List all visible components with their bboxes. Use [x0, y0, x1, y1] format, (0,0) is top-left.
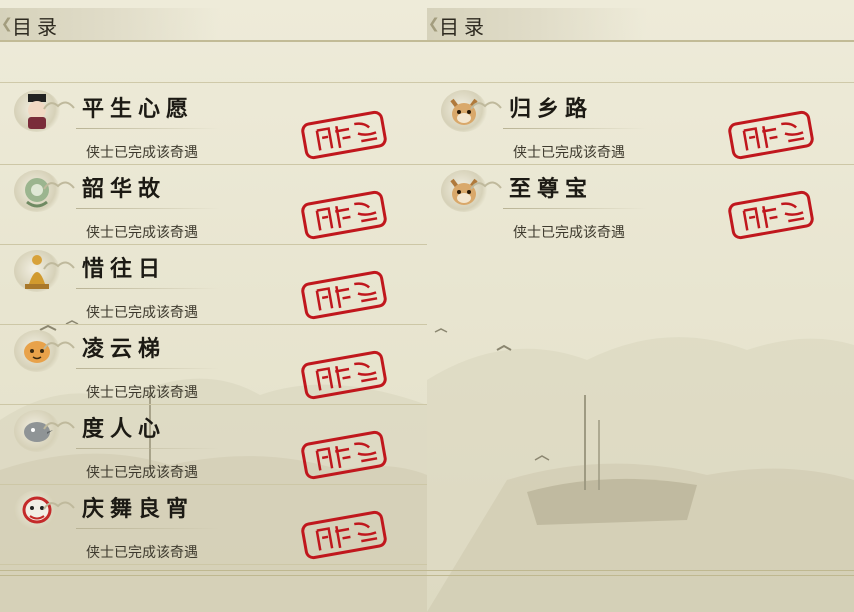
completed-stamp-icon: [728, 190, 814, 240]
adventure-status: 侠士已完成该奇遇: [86, 545, 198, 561]
panel-title: 目录: [12, 15, 62, 39]
adventure-title: 归乡路: [509, 96, 594, 122]
adventure-entry[interactable]: 庆舞良宵 侠士已完成该奇遇: [0, 486, 427, 565]
completed-stamp-icon: [301, 190, 387, 240]
completed-stamp-icon: [301, 430, 387, 480]
divider: [76, 128, 220, 129]
completed-stamp-icon: [301, 270, 387, 320]
adventure-title: 平生心愿: [82, 96, 195, 122]
divider: [76, 208, 220, 209]
adventure-title: 凌云梯: [82, 336, 167, 362]
completed-stamp-icon: [301, 110, 387, 160]
adventure-status: 侠士已完成该奇遇: [86, 225, 198, 241]
panel-header: ❮ 目录: [427, 8, 854, 42]
cloud-ornament-icon: [43, 181, 75, 190]
divider: [76, 288, 220, 289]
adventure-title: 韶华故: [82, 176, 167, 202]
divider: [76, 368, 220, 369]
divider: [503, 208, 647, 209]
divider: [427, 82, 854, 83]
adventure-status: 侠士已完成该奇遇: [86, 305, 198, 321]
panel-title: 目录: [439, 15, 489, 39]
catalog-panel-right: ❮ 目录 归乡路 侠士已完成该奇遇 至尊宝 侠士已完成该奇遇: [427, 0, 854, 612]
cloud-ornament-icon: [470, 101, 502, 110]
divider: [0, 570, 427, 576]
adventure-entry[interactable]: 韶华故 侠士已完成该奇遇: [0, 166, 427, 245]
cloud-ornament-icon: [43, 101, 75, 110]
adventure-status: 侠士已完成该奇遇: [86, 385, 198, 401]
adventure-title: 惜往日: [82, 256, 167, 282]
adventure-entry[interactable]: 惜往日 侠士已完成该奇遇: [0, 246, 427, 325]
divider: [427, 570, 854, 576]
completed-stamp-icon: [728, 110, 814, 160]
divider: [503, 128, 647, 129]
header-bookmark-icon: ❮: [1, 16, 13, 32]
completed-stamp-icon: [301, 350, 387, 400]
adventure-status: 侠士已完成该奇遇: [86, 465, 198, 481]
adventure-entry[interactable]: 至尊宝 侠士已完成该奇遇: [427, 166, 854, 244]
adventure-entry[interactable]: 平生心愿 侠士已完成该奇遇: [0, 86, 427, 165]
adventure-title: 至尊宝: [509, 176, 594, 202]
divider: [76, 528, 220, 529]
adventure-entry[interactable]: 凌云梯 侠士已完成该奇遇: [0, 326, 427, 405]
cloud-ornament-icon: [470, 181, 502, 190]
adventure-status: 侠士已完成该奇遇: [513, 145, 625, 161]
adventure-status: 侠士已完成该奇遇: [513, 225, 625, 241]
panel-header: ❮ 目录: [0, 8, 427, 42]
cloud-ornament-icon: [43, 421, 75, 430]
adventure-title: 度人心: [82, 416, 167, 442]
adventure-status: 侠士已完成该奇遇: [86, 145, 198, 161]
header-bookmark-icon: ❮: [428, 16, 440, 32]
divider: [76, 448, 220, 449]
adventure-title: 庆舞良宵: [82, 496, 195, 522]
cloud-ornament-icon: [43, 341, 75, 350]
cloud-ornament-icon: [43, 501, 75, 510]
adventure-entry[interactable]: 度人心 侠士已完成该奇遇: [0, 406, 427, 485]
divider: [0, 82, 427, 83]
completed-stamp-icon: [301, 510, 387, 560]
adventure-entry[interactable]: 归乡路 侠士已完成该奇遇: [427, 86, 854, 165]
catalog-panel-left: ❮ 目录 平生心愿 侠士已完成该奇遇 韶华故 侠士已完成该奇遇 惜往日 侠士已完…: [0, 0, 427, 612]
cloud-ornament-icon: [43, 261, 75, 270]
